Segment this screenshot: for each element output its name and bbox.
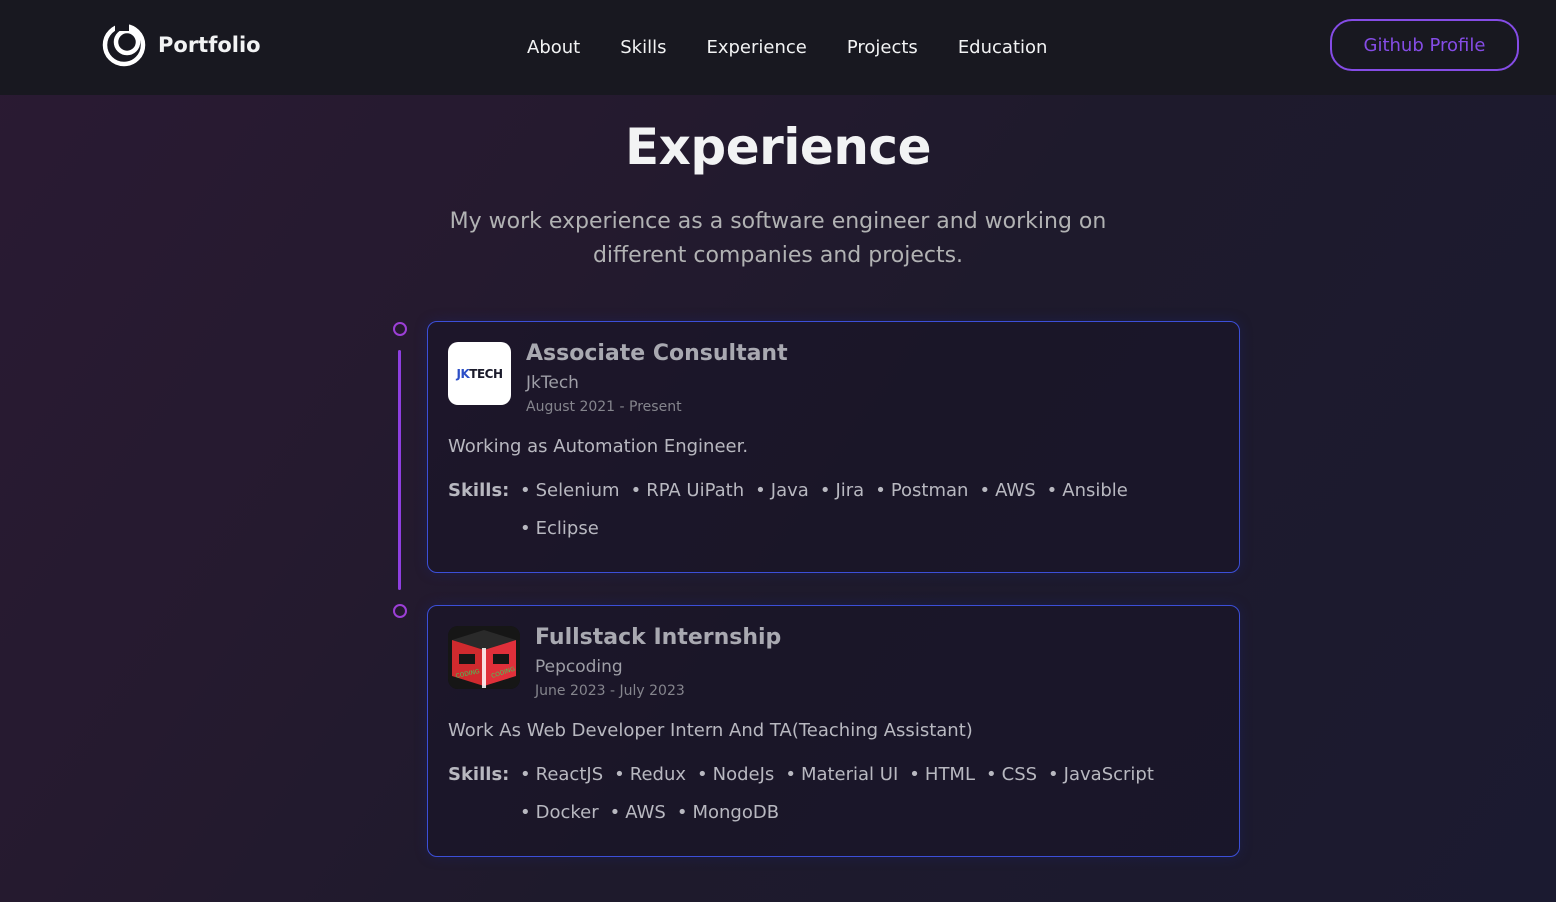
section-description-line-2: different companies and projects. xyxy=(592,243,964,268)
company-name: JkTech xyxy=(526,373,579,393)
skill-item: JavaScript xyxy=(1048,764,1154,785)
timeline-dot-1 xyxy=(393,322,407,336)
brand-name: Portfolio xyxy=(158,33,261,57)
skill-item: Postman xyxy=(875,480,969,501)
skills-list-row-1: Selenium RPA UiPath Java Jira Postman AW… xyxy=(520,480,1139,501)
skill-item: AWS xyxy=(979,480,1036,501)
navbar: Portfolio About Skills Experience Projec… xyxy=(0,0,1556,95)
jktech-logo-text: JKTECH xyxy=(456,366,504,381)
timeline-dot-2 xyxy=(393,604,407,618)
skills-list-row-1: ReactJS Redux NodeJs Material UI HTML CS… xyxy=(520,764,1165,785)
skill-item: ReactJS xyxy=(520,764,604,785)
section-description-line-1: My work experience as a software enginee… xyxy=(449,209,1107,234)
skill-item: Docker xyxy=(520,802,599,823)
experience-date: August 2021 - Present xyxy=(526,399,682,415)
nav-link-education[interactable]: Education xyxy=(958,37,1048,58)
brand-logo[interactable]: Portfolio xyxy=(102,23,261,67)
skill-item: NodeJs xyxy=(697,764,775,785)
section-title: Experience xyxy=(625,118,931,176)
skill-item: Jira xyxy=(820,480,864,501)
skills-list-row-2: Eclipse xyxy=(520,518,610,539)
company-name: Pepcoding xyxy=(535,657,623,677)
skills-label: Skills: xyxy=(448,480,510,501)
skill-item: Ansible xyxy=(1047,480,1128,501)
skill-item: Selenium xyxy=(520,480,620,501)
skills-list-row-2: Docker AWS MongoDB xyxy=(520,802,790,823)
experience-description: Working as Automation Engineer. xyxy=(448,436,749,457)
experience-card-pepcoding[interactable]: CODING CODING Fullstack Internship Pepco… xyxy=(427,605,1240,857)
skill-item: RPA UiPath xyxy=(631,480,744,501)
nav-link-projects[interactable]: Projects xyxy=(847,37,918,58)
nav-link-skills[interactable]: Skills xyxy=(620,37,666,58)
skill-item: Redux xyxy=(614,764,686,785)
skills-label: Skills: xyxy=(448,764,510,785)
skill-item: HTML xyxy=(909,764,975,785)
skill-item: Material UI xyxy=(785,764,898,785)
skill-item: AWS xyxy=(610,802,666,823)
timeline-connector xyxy=(398,350,401,590)
experience-card-jktech[interactable]: JKTECH Associate Consultant JkTech Augus… xyxy=(427,321,1240,573)
role-title: Associate Consultant xyxy=(526,341,788,366)
section-description: My work experience as a software enginee… xyxy=(0,205,1556,273)
skill-item: Eclipse xyxy=(520,518,599,539)
nav-link-about[interactable]: About xyxy=(527,37,580,58)
experience-description: Work As Web Developer Intern And TA(Teac… xyxy=(448,720,973,741)
nav-links: About Skills Experience Projects Educati… xyxy=(527,0,1087,95)
skill-item: Java xyxy=(755,480,809,501)
role-title: Fullstack Internship xyxy=(535,625,782,650)
logo-icon xyxy=(102,23,146,67)
skill-item: MongoDB xyxy=(677,802,779,823)
skill-item: CSS xyxy=(986,764,1037,785)
nav-link-experience[interactable]: Experience xyxy=(706,37,806,58)
experience-date: June 2023 - July 2023 xyxy=(535,683,685,699)
jktech-logo: JKTECH xyxy=(448,342,511,405)
github-profile-button[interactable]: Github Profile xyxy=(1330,19,1519,71)
pepcoding-logo-graphic: CODING CODING xyxy=(448,626,520,689)
pepcoding-logo: CODING CODING xyxy=(448,626,520,689)
